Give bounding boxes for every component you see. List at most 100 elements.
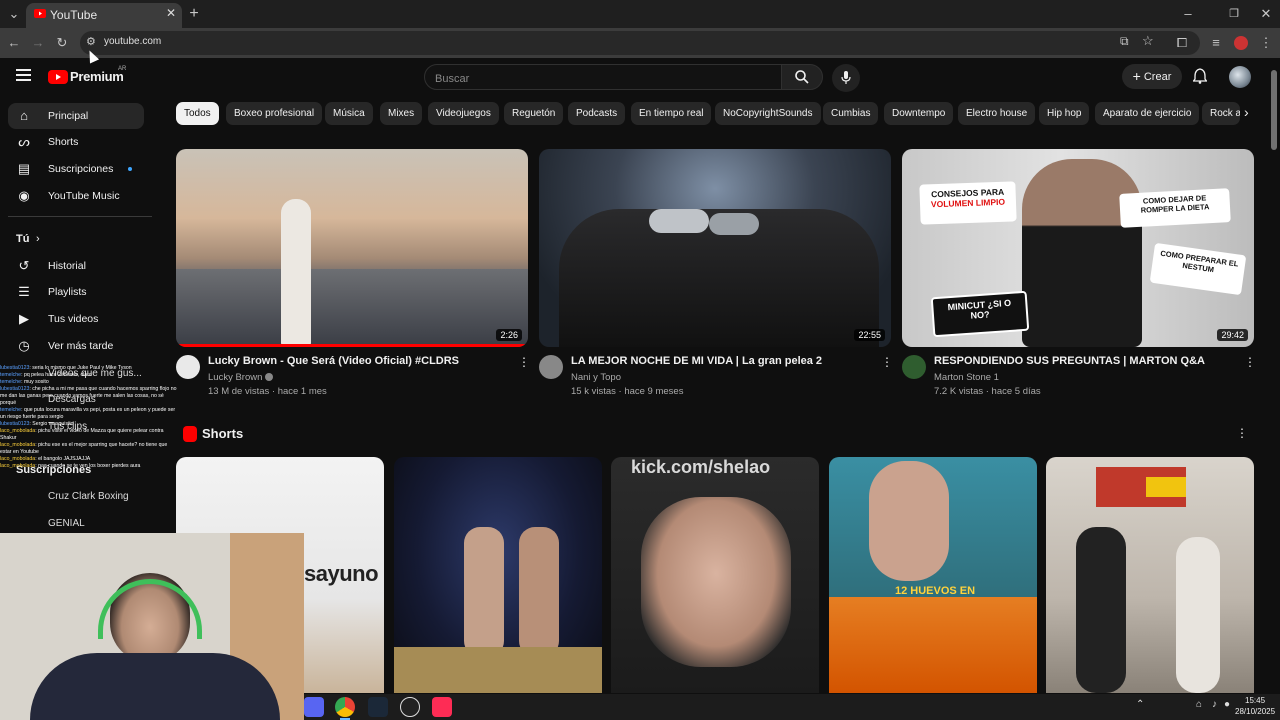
restore-icon[interactable]: ❐ xyxy=(1224,4,1244,24)
chip-mixes[interactable]: Mixes xyxy=(380,102,423,125)
video-title[interactable]: LA MEJOR NOCHE DE MI VIDA | La gran pele… xyxy=(571,355,822,367)
chip-en-tiempo-real[interactable]: En tiempo real xyxy=(631,102,712,125)
video-title[interactable]: Lucky Brown - Que Será (Video Oficial) #… xyxy=(208,355,459,367)
tray-time[interactable]: 15:45 xyxy=(1245,696,1265,705)
channel-name[interactable]: Marton Stone 1 xyxy=(934,372,999,383)
channel-avatar[interactable] xyxy=(902,355,926,379)
chip-hip-hop[interactable]: Hip hop xyxy=(1039,102,1090,125)
tray-chevron-icon[interactable]: ⌃ xyxy=(1136,699,1144,710)
sidebar-item-historial[interactable]: ↺ Historial xyxy=(8,253,144,279)
steam-icon[interactable] xyxy=(368,697,388,717)
youtube-premium-logo[interactable]: Premium AR xyxy=(48,66,138,87)
new-tab-icon[interactable]: + xyxy=(184,4,204,24)
close-window-icon[interactable]: ✕ xyxy=(1256,4,1276,24)
chat-message: laco_mobolada: el bangolo JAJSJAJJA xyxy=(0,456,180,463)
chip-cumbias[interactable]: Cumbias xyxy=(823,102,879,125)
chat-message: temelche: que puta locura maravilla vs p… xyxy=(0,407,180,421)
tray-date[interactable]: 28/10/2025 xyxy=(1235,707,1275,716)
reading-list-icon[interactable]: ≡ xyxy=(1206,33,1226,53)
back-icon[interactable]: ← xyxy=(4,33,24,53)
chip-aparato-de-ejercicio[interactable]: Aparato de ejercicio xyxy=(1095,102,1200,125)
search-placeholder: Buscar xyxy=(435,73,470,85)
sidebar-item-tus-videos[interactable]: ▶ Tus videos xyxy=(8,306,144,332)
chat-text: : que puta locura maravilla vs pepi, pos… xyxy=(0,407,176,420)
sidebar-item-youtube-music[interactable]: ◉ YouTube Music xyxy=(8,183,144,209)
chip-videojuegos[interactable]: Videojuegos xyxy=(428,102,499,125)
sidebar-item-shorts[interactable]: ᔕ Shorts xyxy=(8,129,144,155)
chip-regueton[interactable]: Reguetón xyxy=(504,102,564,125)
tray-network-icon[interactable]: ⌂ xyxy=(1196,699,1202,710)
sidebar-item-label: Playlists xyxy=(48,286,87,298)
caption-box: CONSEJOS PARA VOLUMEN LIMPIO xyxy=(919,181,1017,225)
chat-message: lubestia0123: che picha a mi me pasa que… xyxy=(0,386,180,407)
short-overlay-text: kick.com/shelao xyxy=(631,457,771,477)
sidebar-item-ver-mas-tarde[interactable]: ◷ Ver más tarde xyxy=(8,333,144,359)
short-card[interactable]: kick.com/shelao xyxy=(611,457,819,693)
chip-podcasts[interactable]: Podcasts xyxy=(568,102,626,125)
chat-username: lubestia0123 xyxy=(0,365,30,371)
sidebar-section-you[interactable]: Tú › xyxy=(8,226,144,252)
page-scrollbar[interactable] xyxy=(1271,70,1277,150)
chips-next-chevron-icon[interactable]: › xyxy=(1244,104,1249,120)
chip-nocopyrightsounds[interactable]: NoCopyrightSounds xyxy=(715,102,821,125)
notifications-bell-icon[interactable] xyxy=(1192,68,1209,84)
browser-tab[interactable]: YouTube ✕ xyxy=(26,3,182,28)
create-button[interactable]: + Crear xyxy=(1122,64,1182,89)
chrome-menu-icon[interactable]: ⋮ xyxy=(1256,33,1276,53)
short-card[interactable]: 12 HUEVOS EN xyxy=(829,457,1037,693)
install-icon[interactable]: ⧉ xyxy=(1120,34,1129,49)
sidebar-item-label: Historial xyxy=(48,260,86,272)
chat-text: : naa cuando se te ven los boxer pierdes… xyxy=(35,463,141,469)
voice-search-button[interactable] xyxy=(832,64,860,92)
channel-name[interactable]: Lucky Brown xyxy=(208,372,274,383)
short-card[interactable] xyxy=(1046,457,1254,693)
sidebar-item-suscripciones[interactable]: ▤ Suscripciones xyxy=(8,156,144,182)
profile-avatar[interactable] xyxy=(1234,36,1248,50)
url-field[interactable]: ⚙ youtube.com ⧉ ☆ xyxy=(80,31,1200,55)
chip-musica[interactable]: Música xyxy=(325,102,373,125)
chrome-icon[interactable] xyxy=(335,697,355,717)
sidebar-item-playlists[interactable]: ☰ Playlists xyxy=(8,279,144,305)
channel-avatar[interactable] xyxy=(539,355,563,379)
discord-icon[interactable] xyxy=(304,697,324,717)
obs-icon[interactable] xyxy=(400,697,420,717)
search-input[interactable]: Buscar xyxy=(424,64,782,90)
chip-electro-house[interactable]: Electro house xyxy=(958,102,1036,125)
tray-volume-icon[interactable]: ♪ xyxy=(1212,699,1217,710)
chip-rock[interactable]: Rock al xyxy=(1202,102,1240,125)
tiktok-icon[interactable] xyxy=(432,697,452,717)
sidebar-item-principal[interactable]: ⌂ Principal xyxy=(8,103,144,129)
reload-icon[interactable]: ↻ xyxy=(52,33,72,53)
hamburger-menu-icon[interactable] xyxy=(16,69,31,81)
more-options-icon[interactable]: ⋮ xyxy=(881,355,893,369)
shorts-more-options-icon[interactable]: ⋮ xyxy=(1236,426,1248,440)
minimize-icon[interactable]: – xyxy=(1178,4,1198,24)
bookmark-star-icon[interactable]: ☆ xyxy=(1142,33,1154,49)
video-meta: 7.2 K vistas · hace 5 días xyxy=(934,386,1041,397)
chat-username: laco_mobolada xyxy=(0,428,36,434)
more-options-icon[interactable]: ⋮ xyxy=(1244,355,1256,369)
channel-name[interactable]: Nani y Topo xyxy=(571,372,621,383)
chevron-right-icon: › xyxy=(36,233,40,245)
playlists-icon: ☰ xyxy=(18,284,30,299)
video-thumbnail[interactable]: CONSEJOS PARA VOLUMEN LIMPIO COMO DEJAR … xyxy=(902,149,1254,347)
tab-close-icon[interactable]: ✕ xyxy=(166,6,176,20)
video-thumbnail[interactable]: 22:55 xyxy=(539,149,891,347)
chip-todos[interactable]: Todos xyxy=(176,102,219,125)
video-thumbnail[interactable]: 2:26 xyxy=(176,149,528,347)
youtube-logo-icon xyxy=(48,70,68,84)
more-options-icon[interactable]: ⋮ xyxy=(518,355,530,369)
extensions-icon[interactable]: ⧠ xyxy=(1172,33,1192,53)
site-info-icon[interactable]: ⚙ xyxy=(86,35,96,48)
short-card[interactable] xyxy=(394,457,602,693)
chip-boxeo-profesional[interactable]: Boxeo profesional xyxy=(226,102,323,125)
tray-mic-icon[interactable]: ● xyxy=(1224,699,1230,710)
video-title[interactable]: RESPONDIENDO SUS PREGUNTAS | MARTON Q&A xyxy=(934,355,1205,367)
chip-downtempo[interactable]: Downtempo xyxy=(884,102,954,125)
chat-message: laco_mobolada: naa cuando se te ven los … xyxy=(0,463,180,470)
tab-search-icon[interactable]: ⌄ xyxy=(4,4,24,24)
streamer-face xyxy=(641,497,791,667)
forward-icon[interactable]: → xyxy=(28,33,48,53)
search-button[interactable] xyxy=(781,64,823,90)
account-avatar[interactable] xyxy=(1229,66,1251,88)
